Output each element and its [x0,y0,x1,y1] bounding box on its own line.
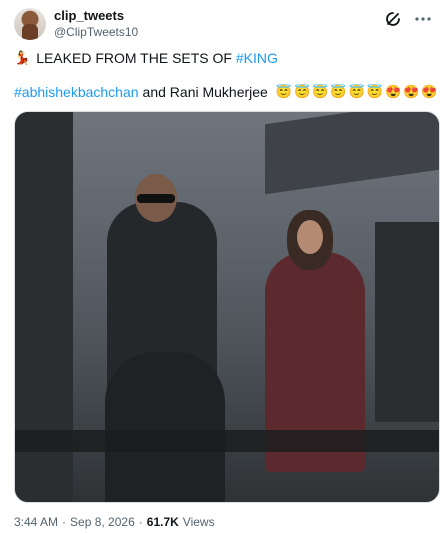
photo-sunglasses [137,194,175,203]
emoji: 😇 [348,84,365,99]
emoji: 😇 [294,84,311,99]
hashtag-abhishekbachchan-link[interactable]: #abhishekbachchan [14,84,139,100]
top-actions [384,10,432,28]
emoji: 😇 [312,84,329,99]
tweet-header: clip_tweets @ClipTweets10 [14,8,434,42]
dancer-emoji: 💃 [14,50,31,65]
photo-woman-face [297,220,323,254]
tweet-text: LEAKED FROM THE SETS OF [36,50,236,66]
tweet-meta: 3:44 AM · Sep 8, 2026 · 61.7K Views [14,515,215,529]
separator-dot: · [62,515,67,529]
photo-canopy [265,112,439,195]
separator-dot: · [138,515,143,529]
grok-icon[interactable] [384,10,402,28]
display-name[interactable]: clip_tweets [54,8,138,24]
tweet-date[interactable]: Sep 8, 2026 [70,515,135,529]
user-handle[interactable]: @ClipTweets10 [54,24,138,40]
tweet-text: and Rani Mukherjee [142,84,268,100]
hashtag-king-link[interactable]: #KING [236,50,278,66]
tweet-text-line-2: #abhishekbachchan and Rani Mukherjee 😇 😇… [14,84,438,100]
author-names[interactable]: clip_tweets @ClipTweets10 [54,8,138,40]
emoji: 😍 [384,84,402,99]
emoji-row: 😇 😇 😇 😇 😇 😇 😍 😍 😍 [276,85,438,99]
emoji: 😇 [366,84,383,99]
emoji: 😇 [275,84,293,99]
views-label: Views [182,515,215,529]
views-count: 61.7K [146,515,179,529]
tweet-photo[interactable] [14,111,440,503]
emoji: 😍 [403,84,420,99]
photo-rail [15,430,439,452]
avatar[interactable] [14,8,46,40]
tweet-time[interactable]: 3:44 AM [14,515,58,529]
emoji: 😍 [421,84,438,99]
tweet-text-line-1: 💃 LEAKED FROM THE SETS OF #KING [14,50,278,66]
photo-equipment [375,222,439,422]
more-icon[interactable] [414,10,432,28]
photo-foreground-person [105,352,225,502]
emoji: 😇 [330,84,347,99]
